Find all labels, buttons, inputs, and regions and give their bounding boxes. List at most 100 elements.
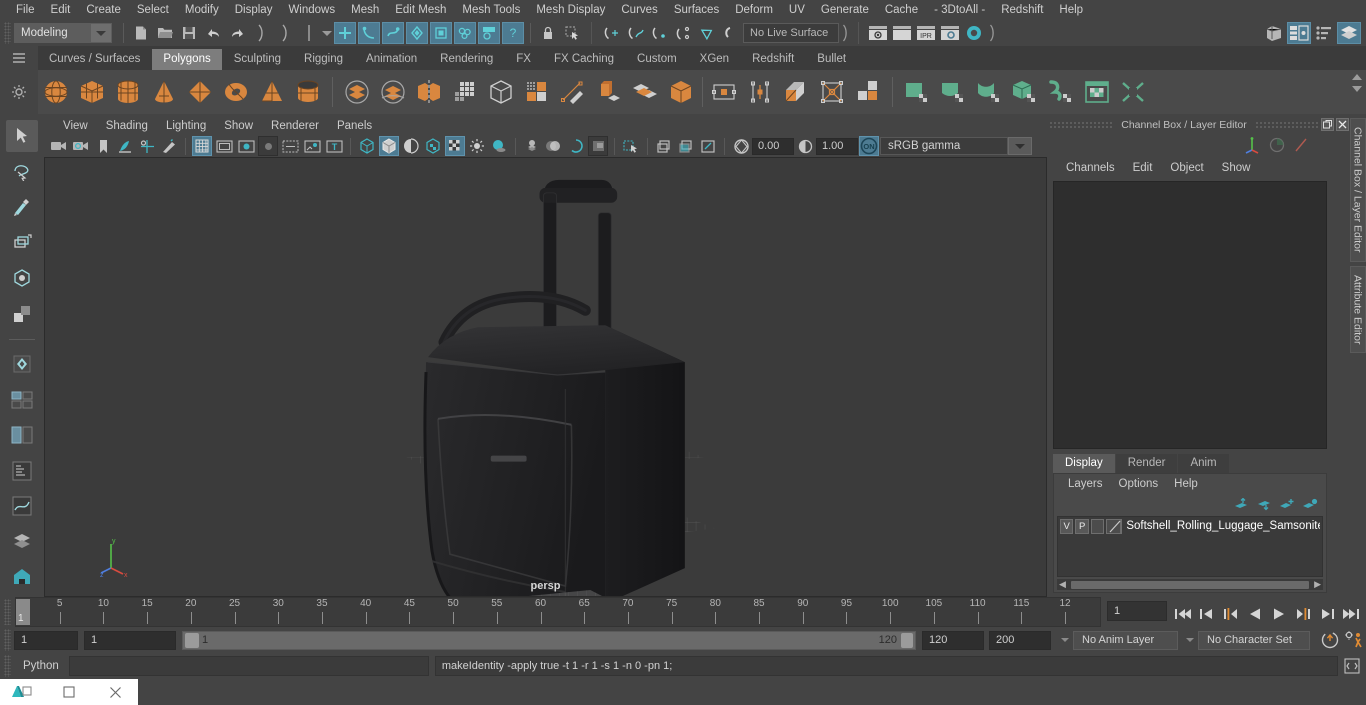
shelf-tab-xgen[interactable]: XGen (688, 49, 741, 70)
menu-cache[interactable]: Cache (877, 0, 926, 20)
select-by-component-icon[interactable] (298, 22, 320, 44)
chevron-down-icon[interactable] (91, 24, 111, 42)
shelf-tab-curves-surfaces[interactable]: Curves / Surfaces (38, 49, 152, 70)
textured-icon[interactable] (423, 136, 443, 156)
channel-box-menu-channels[interactable]: Channels (1057, 162, 1124, 174)
snap-to-view-plane-icon[interactable] (696, 22, 718, 44)
command-language-label[interactable]: Python (13, 660, 69, 672)
step-back-keyframe-icon[interactable] (1196, 603, 1218, 625)
new-layer-icon[interactable] (1279, 498, 1295, 511)
two-d-pan-zoom-icon[interactable] (137, 136, 157, 156)
undo-icon[interactable] (202, 22, 224, 44)
layer-row[interactable]: V P Softshell_Rolling_Luggage_Samsonite_… (1058, 517, 1322, 535)
poly-cone-icon[interactable] (148, 75, 180, 109)
menu-surfaces[interactable]: Surfaces (666, 0, 727, 20)
range-end-handle[interactable] (901, 632, 913, 648)
color-management-field[interactable]: sRGB gamma (880, 137, 1008, 155)
snap-to-grid-icon[interactable] (600, 22, 622, 44)
panel-menu-lighting[interactable]: Lighting (157, 120, 215, 132)
snap-to-projected-icon[interactable] (672, 22, 694, 44)
go-to-end-icon[interactable] (1340, 603, 1362, 625)
menu-mesh-tools[interactable]: Mesh Tools (454, 0, 528, 20)
side-tab-channel-box[interactable]: Channel Box / Layer Editor (1349, 118, 1366, 262)
poly-pipe-icon[interactable] (292, 75, 324, 109)
bevel-icon[interactable] (629, 75, 661, 109)
status-line-grip[interactable] (4, 22, 11, 44)
film-gate-icon[interactable] (214, 136, 234, 156)
ambient-occlusion-icon[interactable] (522, 136, 542, 156)
show-manipulator-tool[interactable] (6, 348, 38, 380)
poly-plane-icon[interactable] (184, 75, 216, 109)
range-start-handle[interactable] (185, 632, 199, 648)
shelf-tab-sculpting[interactable]: Sculpting (222, 49, 293, 70)
color-management-dropdown-icon[interactable] (1008, 137, 1032, 155)
duplicate-view-icon[interactable] (676, 136, 696, 156)
time-slider[interactable]: 1 5 10 15 20 25 30 35 40 45 50 55 60 65 70 75 80 85 90 95 1… (15, 597, 1101, 627)
undock-icon[interactable] (1321, 118, 1334, 131)
viewport-snapshot-icon[interactable] (698, 136, 718, 156)
tab-anim[interactable]: Anim (1178, 454, 1229, 473)
highlight-selection-icon[interactable] (561, 22, 583, 44)
step-back-frame-icon[interactable] (1220, 603, 1242, 625)
menu-create[interactable]: Create (78, 0, 129, 20)
live-surface-field[interactable]: No Live Surface (743, 23, 839, 43)
auto-keyframe-icon[interactable] (1319, 629, 1341, 651)
view-preset-persp-graph[interactable] (6, 490, 38, 522)
show-hide-attribute-editor-icon[interactable] (1287, 22, 1311, 44)
uv-cut-sew-icon[interactable] (1117, 75, 1149, 109)
animation-preferences-icon[interactable] (1343, 629, 1365, 651)
xray-joints-icon[interactable] (621, 136, 641, 156)
anim-end-field[interactable]: 200 (989, 630, 1051, 650)
render-current-frame-icon[interactable] (891, 22, 913, 44)
snap-to-curve-icon[interactable] (624, 22, 646, 44)
shelf-tab-rigging[interactable]: Rigging (293, 49, 355, 70)
playback-end-field[interactable]: 120 (922, 630, 984, 650)
layer-name[interactable]: Softshell_Rolling_Luggage_Samsonite_Bla (1126, 520, 1320, 532)
render-settings-icon[interactable] (939, 22, 961, 44)
paint-select-tool[interactable] (6, 191, 38, 223)
command-input-field[interactable] (68, 656, 429, 676)
poly-sphere-icon[interactable] (40, 75, 72, 109)
gate-mask-icon[interactable] (258, 136, 278, 156)
maya-app-icon[interactable] (0, 679, 46, 705)
poly-cylinder-icon[interactable] (112, 75, 144, 109)
new-layer-from-selection-icon[interactable] (1302, 498, 1318, 511)
insert-edge-loop-icon[interactable] (744, 75, 776, 109)
tab-render[interactable]: Render (1115, 454, 1178, 473)
smooth-shade-icon[interactable] (379, 136, 399, 156)
command-line-grip[interactable] (4, 655, 11, 677)
character-set-field[interactable]: No Character Set (1198, 630, 1310, 650)
panel-menu-show[interactable]: Show (215, 120, 262, 132)
shelf-scroll-arrows[interactable] (1350, 72, 1364, 94)
menu-set-selector[interactable]: Modeling (14, 23, 112, 43)
shelf-tab-custom[interactable]: Custom (626, 49, 688, 70)
channel-box-menu-show[interactable]: Show (1213, 162, 1260, 174)
select-camera-icon[interactable] (49, 136, 69, 156)
anim-start-field[interactable]: 1 (14, 630, 78, 650)
magnet-icon[interactable] (720, 22, 742, 44)
color-management-toggle-icon[interactable]: ON (859, 136, 879, 156)
select-mask-dynamic-icon[interactable] (430, 22, 452, 44)
scroll-right-icon[interactable]: ▶ (1312, 579, 1323, 590)
bookmarks-icon[interactable] (93, 136, 113, 156)
motion-blur-icon[interactable] (544, 136, 564, 156)
select-mask-surface-icon[interactable] (382, 22, 404, 44)
grid-icon[interactable] (192, 136, 212, 156)
field-chart-icon[interactable] (280, 136, 300, 156)
uv-automatic-icon[interactable] (1009, 75, 1041, 109)
ipr-render-icon[interactable]: IPR (915, 22, 937, 44)
poly-torus-icon[interactable] (220, 75, 252, 109)
select-mask-misc-icon[interactable] (478, 22, 500, 44)
shelf-tab-animation[interactable]: Animation (355, 49, 429, 70)
smooth-icon[interactable] (449, 75, 481, 109)
channel-box-menu-object[interactable]: Object (1161, 162, 1212, 174)
show-hide-channel-box-icon[interactable] (1313, 22, 1335, 44)
menu-edit-mesh[interactable]: Edit Mesh (387, 0, 454, 20)
extrude-icon[interactable] (593, 75, 625, 109)
menu-3dtoall[interactable]: - 3DtoAll - (926, 0, 993, 20)
current-time-marker[interactable]: 1 (16, 599, 30, 625)
image-plane-icon[interactable] (115, 136, 135, 156)
side-tab-attribute-editor[interactable]: Attribute Editor (1349, 265, 1366, 353)
tab-display[interactable]: Display (1053, 454, 1115, 473)
target-weld-icon[interactable] (852, 75, 884, 109)
